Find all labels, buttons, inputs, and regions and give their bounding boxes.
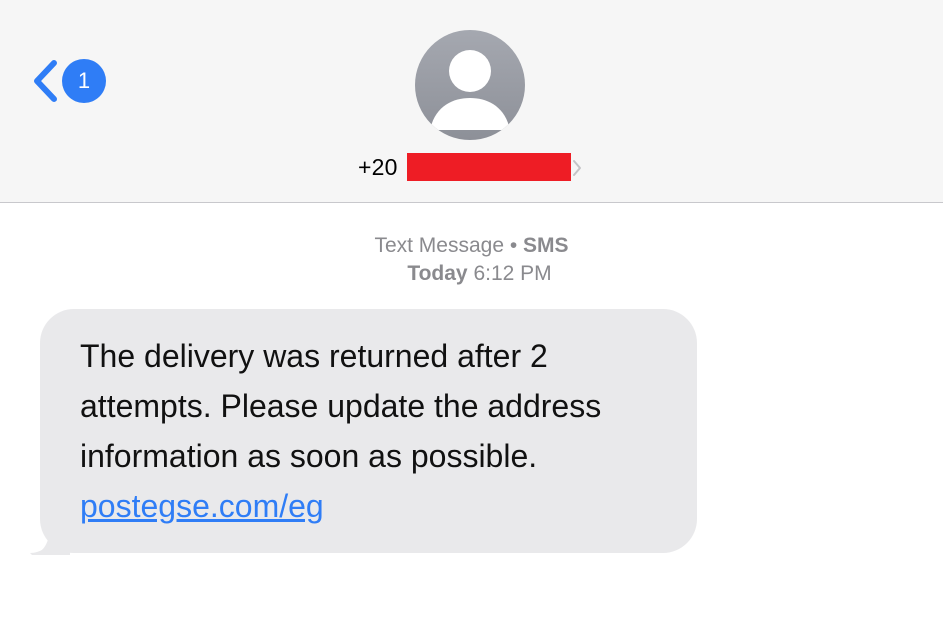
conversation-header: 1 +20	[0, 0, 943, 203]
chevron-left-icon	[34, 60, 57, 102]
unread-count-badge: 1	[62, 59, 106, 103]
person-icon	[430, 50, 510, 130]
messages-screen: 1 +20 Text Message • SMS Today 6:12 PM T…	[0, 0, 943, 636]
service-name: Text Message	[374, 234, 504, 257]
service-label: Text Message • SMS	[0, 232, 943, 260]
chevron-right-icon	[573, 160, 581, 176]
contact-avatar[interactable]	[415, 30, 525, 140]
separator-dot: •	[509, 234, 518, 257]
contact-number-prefix: +20	[358, 154, 398, 180]
protocol-name: SMS	[523, 234, 569, 257]
message-incoming[interactable]: The delivery was returned after 2 attemp…	[30, 309, 697, 555]
time-label: 6:12 PM	[473, 262, 552, 285]
message-text: The delivery was returned after 2 attemp…	[80, 338, 602, 474]
conversation-meta: Text Message • SMS Today 6:12 PM	[0, 232, 943, 288]
message-link[interactable]: postegse.com/eg	[80, 481, 324, 531]
date-label: Today	[407, 262, 468, 285]
message-bubble[interactable]: The delivery was returned after 2 attemp…	[40, 309, 697, 553]
timestamp: Today 6:12 PM	[16, 260, 943, 288]
back-button[interactable]: 1	[30, 58, 106, 104]
contact-name-row[interactable]: +20	[0, 151, 943, 185]
redacted-phone-number	[407, 153, 571, 181]
